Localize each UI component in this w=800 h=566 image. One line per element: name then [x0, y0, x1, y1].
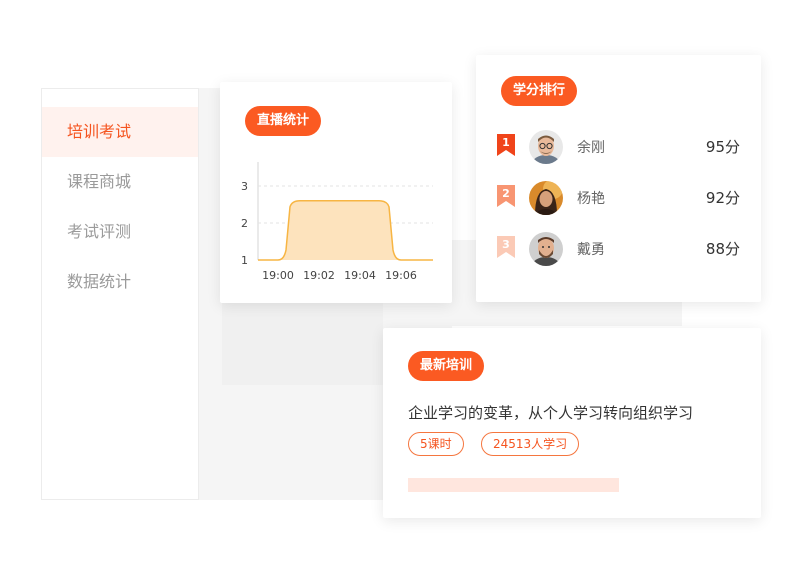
- avatar-man-beard-icon: [529, 232, 563, 266]
- ranking-name: 杨艳: [577, 191, 605, 207]
- ranking-score: 88分: [705, 240, 740, 258]
- content-placeholder-block: [222, 303, 383, 385]
- x-tick-label: 19:06: [385, 269, 417, 282]
- course-progress-bar: [408, 478, 619, 492]
- live-stats-card: 直播统计 123 19:00 19:02 19:04 19:06: [220, 82, 452, 303]
- latest-training-badge: 最新培训: [408, 351, 485, 381]
- ranking-name: 戴勇: [577, 242, 605, 258]
- rank-2-ribbon-icon: 2: [497, 185, 515, 207]
- ranking-row[interactable]: 3 戴勇 88分: [476, 229, 761, 269]
- rank-3-ribbon-icon: 3: [497, 236, 515, 258]
- rank-number: 3: [502, 238, 510, 251]
- sidebar-item-training-exam[interactable]: 培训考试: [42, 107, 198, 157]
- x-tick-label: 19:04: [344, 269, 376, 282]
- sidebar-nav: 培训考试 课程商城 考试评测 数据统计: [41, 88, 199, 500]
- rank-1-ribbon-icon: 1: [497, 134, 515, 156]
- credit-ranking-badge: 学分排行: [501, 76, 578, 106]
- y-tick-label: 2: [241, 217, 248, 230]
- x-tick-label: 19:00: [262, 269, 294, 282]
- ranking-score: 92分: [705, 189, 740, 207]
- ranking-score: 95分: [705, 138, 740, 156]
- course-title[interactable]: 企业学习的变革，从个人学习转向组织学习: [408, 402, 693, 423]
- rank-number: 1: [502, 136, 510, 149]
- latest-training-card: 最新培训 企业学习的变革，从个人学习转向组织学习 5课时 24513人学习: [383, 328, 761, 518]
- ranking-row[interactable]: 2 杨艳 92分: [476, 178, 761, 218]
- avatar-woman-icon: [529, 181, 563, 215]
- rank-number: 2: [502, 187, 510, 200]
- area-fill: [258, 200, 433, 260]
- sidebar-item-exam-evaluation[interactable]: 考试评测: [42, 207, 198, 257]
- lesson-count-tag: 5课时: [408, 432, 464, 456]
- avatar-man-glasses-icon: [529, 130, 563, 164]
- credit-ranking-card: 学分排行 1 余刚 95分 2 杨艳 92分 3 戴勇 88分: [476, 55, 761, 302]
- sidebar-item-course-mall[interactable]: 课程商城: [42, 157, 198, 207]
- sidebar-item-data-statistics[interactable]: 数据统计: [42, 257, 198, 307]
- live-stats-chart: 1 2 3 19:00 19:02 19:04 19:06: [241, 162, 433, 282]
- learner-count-tag: 24513人学习: [481, 432, 580, 456]
- course-progress-fill: [408, 478, 619, 492]
- y-tick-label: 3: [241, 180, 248, 193]
- ranking-row[interactable]: 1 余刚 95分: [476, 127, 761, 167]
- y-tick-label: 1: [241, 254, 248, 267]
- x-tick-label: 19:02: [303, 269, 335, 282]
- ranking-name: 余刚: [577, 140, 605, 156]
